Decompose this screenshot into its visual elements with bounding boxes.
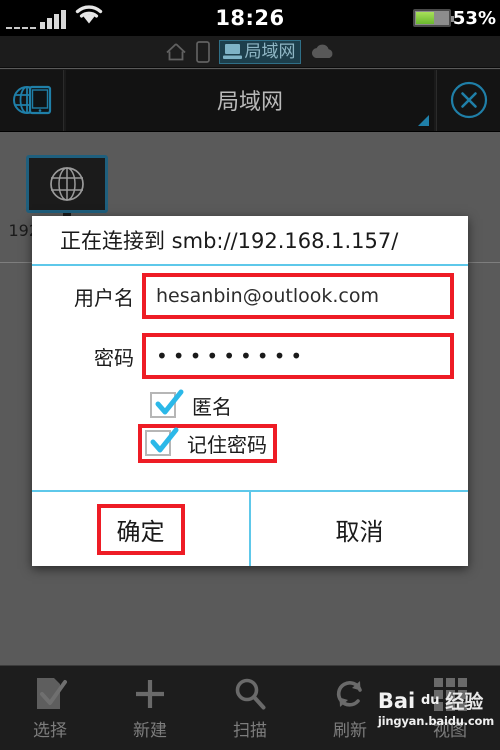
confirm-button[interactable]: 确定 (32, 492, 249, 566)
path-title-bar[interactable]: 局域网 (66, 69, 434, 131)
remember-password-checkbox-label: 记住密码 (187, 432, 267, 457)
status-bar: 18:26 53% (0, 0, 500, 36)
cloud-icon (311, 44, 332, 58)
password-field-row: 密码 ••••••••• (32, 326, 468, 386)
select-document-icon (33, 675, 67, 713)
toolbar-item-view-label: 视图 (433, 721, 467, 741)
username-field-row: 用户名 hesanbin@outlook.com (32, 266, 468, 326)
confirm-button-label: 确定 (96, 503, 185, 555)
path-title-label: 局域网 (216, 90, 283, 115)
anonymous-checkbox-label: 匿名 (192, 394, 232, 419)
password-label: 密码 (94, 345, 134, 370)
search-icon (233, 675, 267, 713)
toolbar-item-select-label: 选择 (33, 721, 67, 741)
checkmark-icon (155, 389, 184, 415)
dialog-buttons: 确定 取消 (32, 490, 468, 566)
toolbar-item-new[interactable]: 新建 (100, 666, 200, 750)
grid-view-icon (433, 675, 467, 713)
anonymous-checkbox-row: 匿名 (32, 386, 468, 424)
username-value: hesanbin@outlook.com (156, 285, 379, 307)
dialog-title: 正在连接到 smb://192.168.1.157/ (32, 216, 468, 266)
checkbox-box (150, 389, 184, 418)
corner-triangle-icon[interactable] (418, 114, 429, 126)
network-computer-icon (26, 155, 108, 213)
password-input[interactable]: ••••••••• (142, 333, 454, 379)
remember-password-checkbox[interactable]: 记住密码 (138, 423, 277, 463)
battery-icon (412, 9, 454, 27)
bottom-toolbar: 选择 新建 扫描 刷新 视图 (0, 665, 500, 750)
status-bar-right-icons: 53% (412, 0, 496, 36)
breadcrumb-item-cloud[interactable] (310, 43, 336, 60)
battery-percent-label: 53% (452, 7, 496, 29)
home-icon (165, 42, 186, 60)
phone-icon (195, 40, 210, 63)
breadcrumb-item-home[interactable] (165, 42, 187, 62)
app-titlebar: 局域网 (0, 69, 500, 132)
computer-icon (222, 44, 242, 59)
toolbar-item-view[interactable]: 视图 (400, 666, 500, 750)
connection-dialog: 正在连接到 smb://192.168.1.157/ 用户名 hesanbin@… (32, 216, 468, 566)
toolbar-item-select[interactable]: 选择 (0, 666, 100, 750)
close-circle-icon (450, 81, 487, 119)
plus-icon (133, 675, 167, 713)
breadcrumb-item-phone[interactable] (195, 40, 210, 63)
toolbar-item-refresh[interactable]: 刷新 (300, 666, 400, 750)
username-input[interactable]: hesanbin@outlook.com (142, 273, 454, 319)
breadcrumb: 局域网 (0, 36, 500, 68)
breadcrumb-item-lan-label: 局域网 (244, 41, 296, 62)
anonymous-checkbox[interactable]: 匿名 (144, 389, 238, 422)
toolbar-item-scan[interactable]: 扫描 (200, 666, 300, 750)
cancel-button-label: 取消 (335, 517, 384, 546)
cancel-button[interactable]: 取消 (251, 492, 468, 566)
checkmark-icon (150, 427, 179, 453)
breadcrumb-item-lan[interactable]: 局域网 (218, 39, 301, 64)
remember-password-checkbox-row: 记住密码 (32, 423, 468, 463)
toolbar-item-refresh-label: 刷新 (333, 721, 367, 741)
globe-tablet-icon (12, 85, 51, 115)
close-button[interactable] (436, 69, 500, 131)
toolbar-item-scan-label: 扫描 (233, 721, 267, 741)
username-label: 用户名 (74, 285, 134, 310)
password-value: ••••••••• (156, 344, 308, 368)
toolbar-item-new-label: 新建 (133, 721, 167, 741)
refresh-icon (333, 675, 367, 713)
checkbox-box (145, 427, 179, 456)
phone-screen: 18:26 53% 局域网 局域网 正在连接到 smb://192.168.1.… (0, 0, 500, 750)
lan-home-button[interactable] (0, 69, 64, 131)
